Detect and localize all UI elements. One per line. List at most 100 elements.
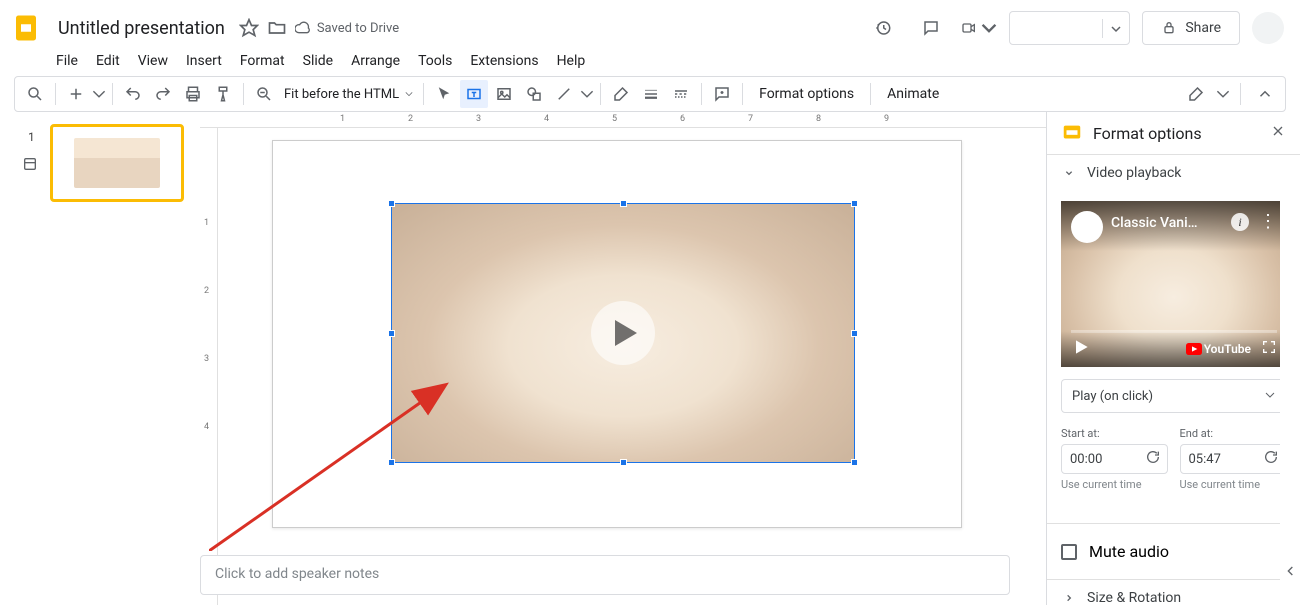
start-at-value: 00:00: [1070, 452, 1102, 467]
selected-video[interactable]: [391, 203, 855, 463]
slideshow-dropdown[interactable]: [1102, 19, 1129, 38]
menu-edit[interactable]: Edit: [88, 49, 128, 73]
menu-view[interactable]: View: [130, 49, 176, 73]
use-current-start[interactable]: Use current time: [1061, 478, 1168, 491]
resize-handle[interactable]: [851, 330, 858, 337]
menu-help[interactable]: Help: [549, 49, 594, 73]
resize-handle[interactable]: [620, 200, 627, 207]
textbox-icon[interactable]: [460, 80, 488, 108]
close-icon[interactable]: [1270, 123, 1286, 143]
resize-handle[interactable]: [620, 459, 627, 466]
search-icon[interactable]: [21, 80, 49, 108]
video-content: [392, 204, 854, 462]
video-title: Classic Vani…: [1111, 215, 1198, 231]
line-icon[interactable]: [550, 80, 578, 108]
youtube-logo[interactable]: YouTube: [1186, 342, 1251, 356]
slides-logo[interactable]: [8, 10, 44, 46]
mode-icon[interactable]: [1182, 80, 1210, 108]
save-status[interactable]: Saved to Drive: [295, 20, 399, 36]
mode-dropdown[interactable]: [1216, 80, 1230, 108]
redo-icon[interactable]: [149, 80, 177, 108]
youtube-preview[interactable]: Classic Vani… i ⋮ YouTube: [1061, 201, 1287, 367]
zoom-icon[interactable]: [250, 80, 278, 108]
info-icon[interactable]: i: [1231, 213, 1249, 231]
more-icon[interactable]: ⋮: [1259, 211, 1277, 232]
account-avatar[interactable]: [1252, 12, 1284, 44]
animate-button[interactable]: Animate: [877, 86, 949, 102]
chevron-down-icon: [1265, 389, 1275, 404]
menu-tools[interactable]: Tools: [410, 49, 460, 73]
channel-avatar[interactable]: [1071, 211, 1103, 243]
new-slide-dropdown[interactable]: [92, 80, 106, 108]
menu-slide[interactable]: Slide: [295, 49, 341, 73]
theme-icon: [1061, 122, 1083, 144]
border-dash-icon[interactable]: [667, 80, 695, 108]
menu-insert[interactable]: Insert: [178, 49, 230, 73]
share-label: Share: [1185, 20, 1221, 36]
play-mode-value: Play (on click): [1072, 389, 1153, 404]
paint-format-icon[interactable]: [209, 80, 237, 108]
shape-icon[interactable]: [520, 80, 548, 108]
select-tool-icon[interactable]: [430, 80, 458, 108]
menu-extensions[interactable]: Extensions: [462, 49, 546, 73]
size-rotation-section[interactable]: Size & Rotation: [1047, 580, 1300, 616]
doc-title[interactable]: Untitled presentation: [52, 16, 231, 41]
menu-arrange[interactable]: Arrange: [343, 49, 408, 73]
filmstrip-menu-icon[interactable]: [22, 156, 38, 176]
meet-button[interactable]: [961, 10, 997, 46]
use-current-end[interactable]: Use current time: [1180, 478, 1287, 491]
mute-checkbox[interactable]: [1061, 544, 1077, 560]
slideshow-button[interactable]: Slideshow: [1009, 11, 1130, 45]
slide-stage[interactable]: [272, 140, 962, 528]
refresh-icon[interactable]: [1263, 449, 1279, 469]
vertical-ruler: 1 2 3 4: [200, 128, 218, 605]
comment-icon[interactable]: [708, 80, 736, 108]
border-weight-icon[interactable]: [637, 80, 665, 108]
end-at-label: End at:: [1180, 427, 1287, 440]
thumbnail-image: [74, 138, 160, 188]
star-icon[interactable]: [239, 18, 259, 38]
refresh-icon[interactable]: [1145, 449, 1161, 469]
hide-menus-icon[interactable]: [1251, 80, 1279, 108]
size-rotation-label: Size & Rotation: [1087, 590, 1181, 606]
speaker-notes-placeholder: Click to add speaker notes: [215, 566, 379, 582]
resize-handle[interactable]: [851, 200, 858, 207]
horizontal-ruler: 1 2 3 4 5 6 7 8 9: [200, 112, 1046, 128]
resize-handle[interactable]: [388, 330, 395, 337]
expand-side-panel-icon[interactable]: [1283, 563, 1299, 583]
history-icon[interactable]: [865, 10, 901, 46]
resize-handle[interactable]: [851, 459, 858, 466]
move-icon[interactable]: [267, 18, 287, 38]
slide-number: 1: [28, 130, 35, 144]
video-playback-section[interactable]: Video playback: [1047, 155, 1300, 191]
play-mode-select[interactable]: Play (on click): [1061, 379, 1286, 413]
end-at-value: 05:47: [1189, 452, 1221, 467]
end-at-input[interactable]: 05:47: [1180, 444, 1287, 474]
start-at-input[interactable]: 00:00: [1061, 444, 1168, 474]
zoom-select[interactable]: Fit before the HTML Fit: [280, 87, 417, 102]
resize-handle[interactable]: [388, 459, 395, 466]
undo-icon[interactable]: [119, 80, 147, 108]
format-options-button[interactable]: Format options: [749, 86, 864, 102]
panel-title: Format options: [1093, 124, 1260, 143]
format-options-panel: Format options Video playback Classic Va…: [1046, 112, 1300, 605]
slide-thumbnail[interactable]: [50, 124, 184, 202]
new-slide-button[interactable]: [62, 80, 90, 108]
menu-file[interactable]: File: [48, 49, 86, 73]
share-button[interactable]: Share: [1142, 11, 1240, 45]
fullscreen-icon[interactable]: [1261, 339, 1277, 359]
start-at-label: Start at:: [1061, 427, 1168, 440]
menu-format[interactable]: Format: [232, 49, 293, 73]
speaker-notes[interactable]: Click to add speaker notes: [200, 555, 1010, 595]
image-icon[interactable]: [490, 80, 518, 108]
menu-bar: File Edit View Insert Format Slide Arran…: [0, 50, 1300, 76]
play-icon[interactable]: [1071, 337, 1091, 361]
resize-handle[interactable]: [388, 200, 395, 207]
border-color-icon[interactable]: [607, 80, 635, 108]
play-overlay-icon[interactable]: [591, 301, 655, 365]
mute-label[interactable]: Mute audio: [1089, 542, 1169, 561]
line-dropdown[interactable]: [580, 80, 594, 108]
print-icon[interactable]: [179, 80, 207, 108]
comments-icon[interactable]: [913, 10, 949, 46]
canvas[interactable]: 1 2 3 4 5 6 7 8 9 1 2 3 4: [200, 112, 1046, 605]
